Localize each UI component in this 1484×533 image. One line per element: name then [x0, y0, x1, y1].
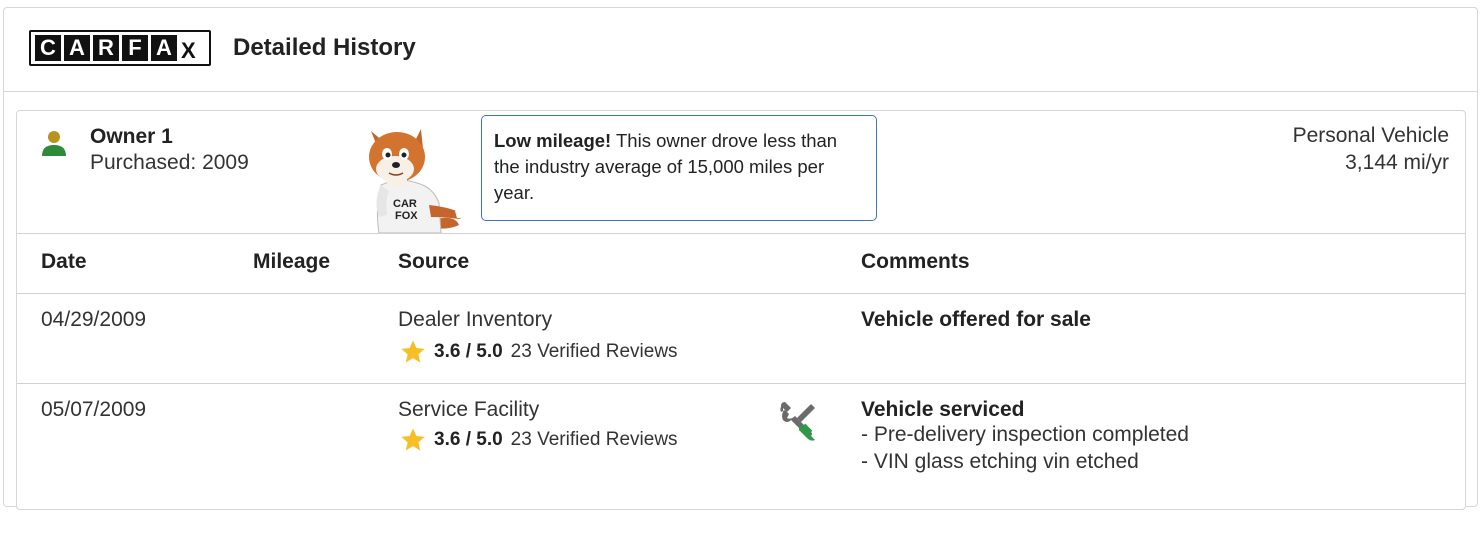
comment-line: - Pre-delivery inspection completed	[861, 423, 1189, 446]
row-date: 05/07/2009	[41, 398, 147, 421]
logo-letter: A	[64, 35, 90, 61]
star-icon	[401, 428, 425, 451]
row-date: 04/29/2009	[41, 308, 147, 331]
svg-text:CAR: CAR	[393, 198, 417, 210]
comment-title: Vehicle serviced	[861, 398, 1025, 421]
owner-purchased: Purchased: 2009	[90, 151, 249, 174]
row-divider	[17, 383, 1465, 384]
rating-value: 3.6 / 5.0	[434, 341, 503, 362]
logo-letter: C	[35, 35, 61, 61]
comment-title: Vehicle offered for sale	[861, 308, 1091, 331]
row-source[interactable]: Dealer Inventory	[398, 308, 552, 332]
rating-value: 3.6 / 5.0	[434, 429, 503, 450]
carfox-mascot-icon: CAR FOX	[369, 129, 465, 233]
page-title: Detailed History	[233, 34, 416, 61]
column-header-comments: Comments	[861, 250, 970, 273]
row-source[interactable]: Service Facility	[398, 398, 539, 422]
source-rating[interactable]: 3.6 / 5.0 23 Verified Reviews	[398, 338, 678, 366]
detailed-history-panel: C A R F A X Detailed History Owner 1 Pur…	[3, 7, 1478, 510]
logo-letter: X	[181, 38, 196, 63]
logo-letter: F	[122, 35, 148, 61]
wrench-screwdriver-icon	[780, 402, 815, 441]
callout-highlight: Low mileage!	[494, 130, 612, 151]
source-rating[interactable]: 3.6 / 5.0 23 Verified Reviews	[398, 426, 678, 454]
svg-text:FOX: FOX	[395, 210, 418, 222]
history-table: Date Mileage Source Comments 04/29/2009 …	[17, 233, 1465, 533]
owner-card: Owner 1 Purchased: 2009 CAR FOX Low mile…	[16, 110, 1466, 510]
review-count: 23 Verified Reviews	[510, 341, 678, 362]
vehicle-miles-per-year: 3,144 mi/yr	[1345, 151, 1449, 174]
column-header-source: Source	[398, 250, 470, 273]
panel-header: C A R F A X Detailed History	[4, 8, 1477, 92]
logo-letter: A	[151, 35, 177, 61]
review-count: 23 Verified Reviews	[510, 429, 678, 450]
vehicle-type: Personal Vehicle	[1292, 124, 1449, 147]
star-icon	[401, 340, 425, 363]
column-header-date: Date	[41, 250, 87, 273]
logo-letter: R	[93, 35, 119, 61]
owner-name: Owner 1	[90, 125, 173, 148]
comment-line: - VIN glass etching vin etched	[861, 450, 1139, 473]
row-divider	[17, 293, 1465, 294]
column-header-mileage: Mileage	[253, 250, 331, 273]
person-icon	[42, 131, 66, 156]
carfax-logo: C A R F A X	[29, 30, 211, 66]
low-mileage-callout: Low mileage! This owner drove less than …	[481, 115, 877, 221]
